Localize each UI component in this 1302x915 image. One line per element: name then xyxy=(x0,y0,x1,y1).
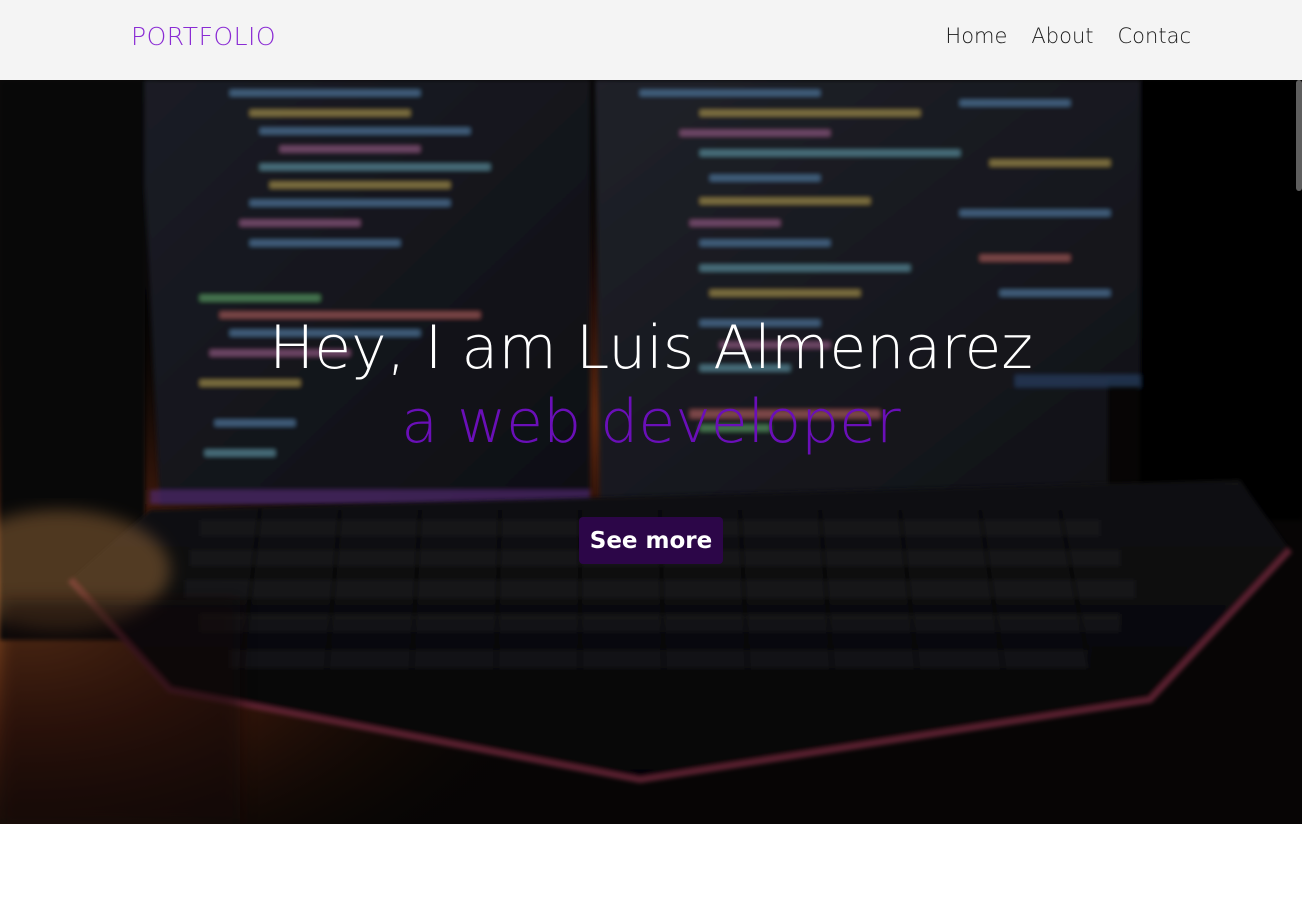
nav-link-contact[interactable]: Contac xyxy=(1118,24,1191,48)
scrollbar-thumb[interactable] xyxy=(1296,80,1302,191)
brand-logo[interactable]: PORTFOLIO xyxy=(131,22,276,51)
hero-section: Hey, I am Luis Almenarez a web developer… xyxy=(0,80,1302,824)
nav-link-about[interactable]: About xyxy=(1031,24,1093,48)
hero-content: Hey, I am Luis Almenarez a web developer… xyxy=(0,80,1302,824)
hero-title: Hey, I am Luis Almenarez xyxy=(269,313,1033,383)
nav-links: Home About Contac xyxy=(945,24,1191,48)
hero-subtitle: a web developer xyxy=(401,387,901,457)
nav-link-home[interactable]: Home xyxy=(945,24,1007,48)
see-more-button[interactable]: See more xyxy=(579,517,723,564)
navbar: PORTFOLIO Home About Contac xyxy=(0,0,1302,80)
